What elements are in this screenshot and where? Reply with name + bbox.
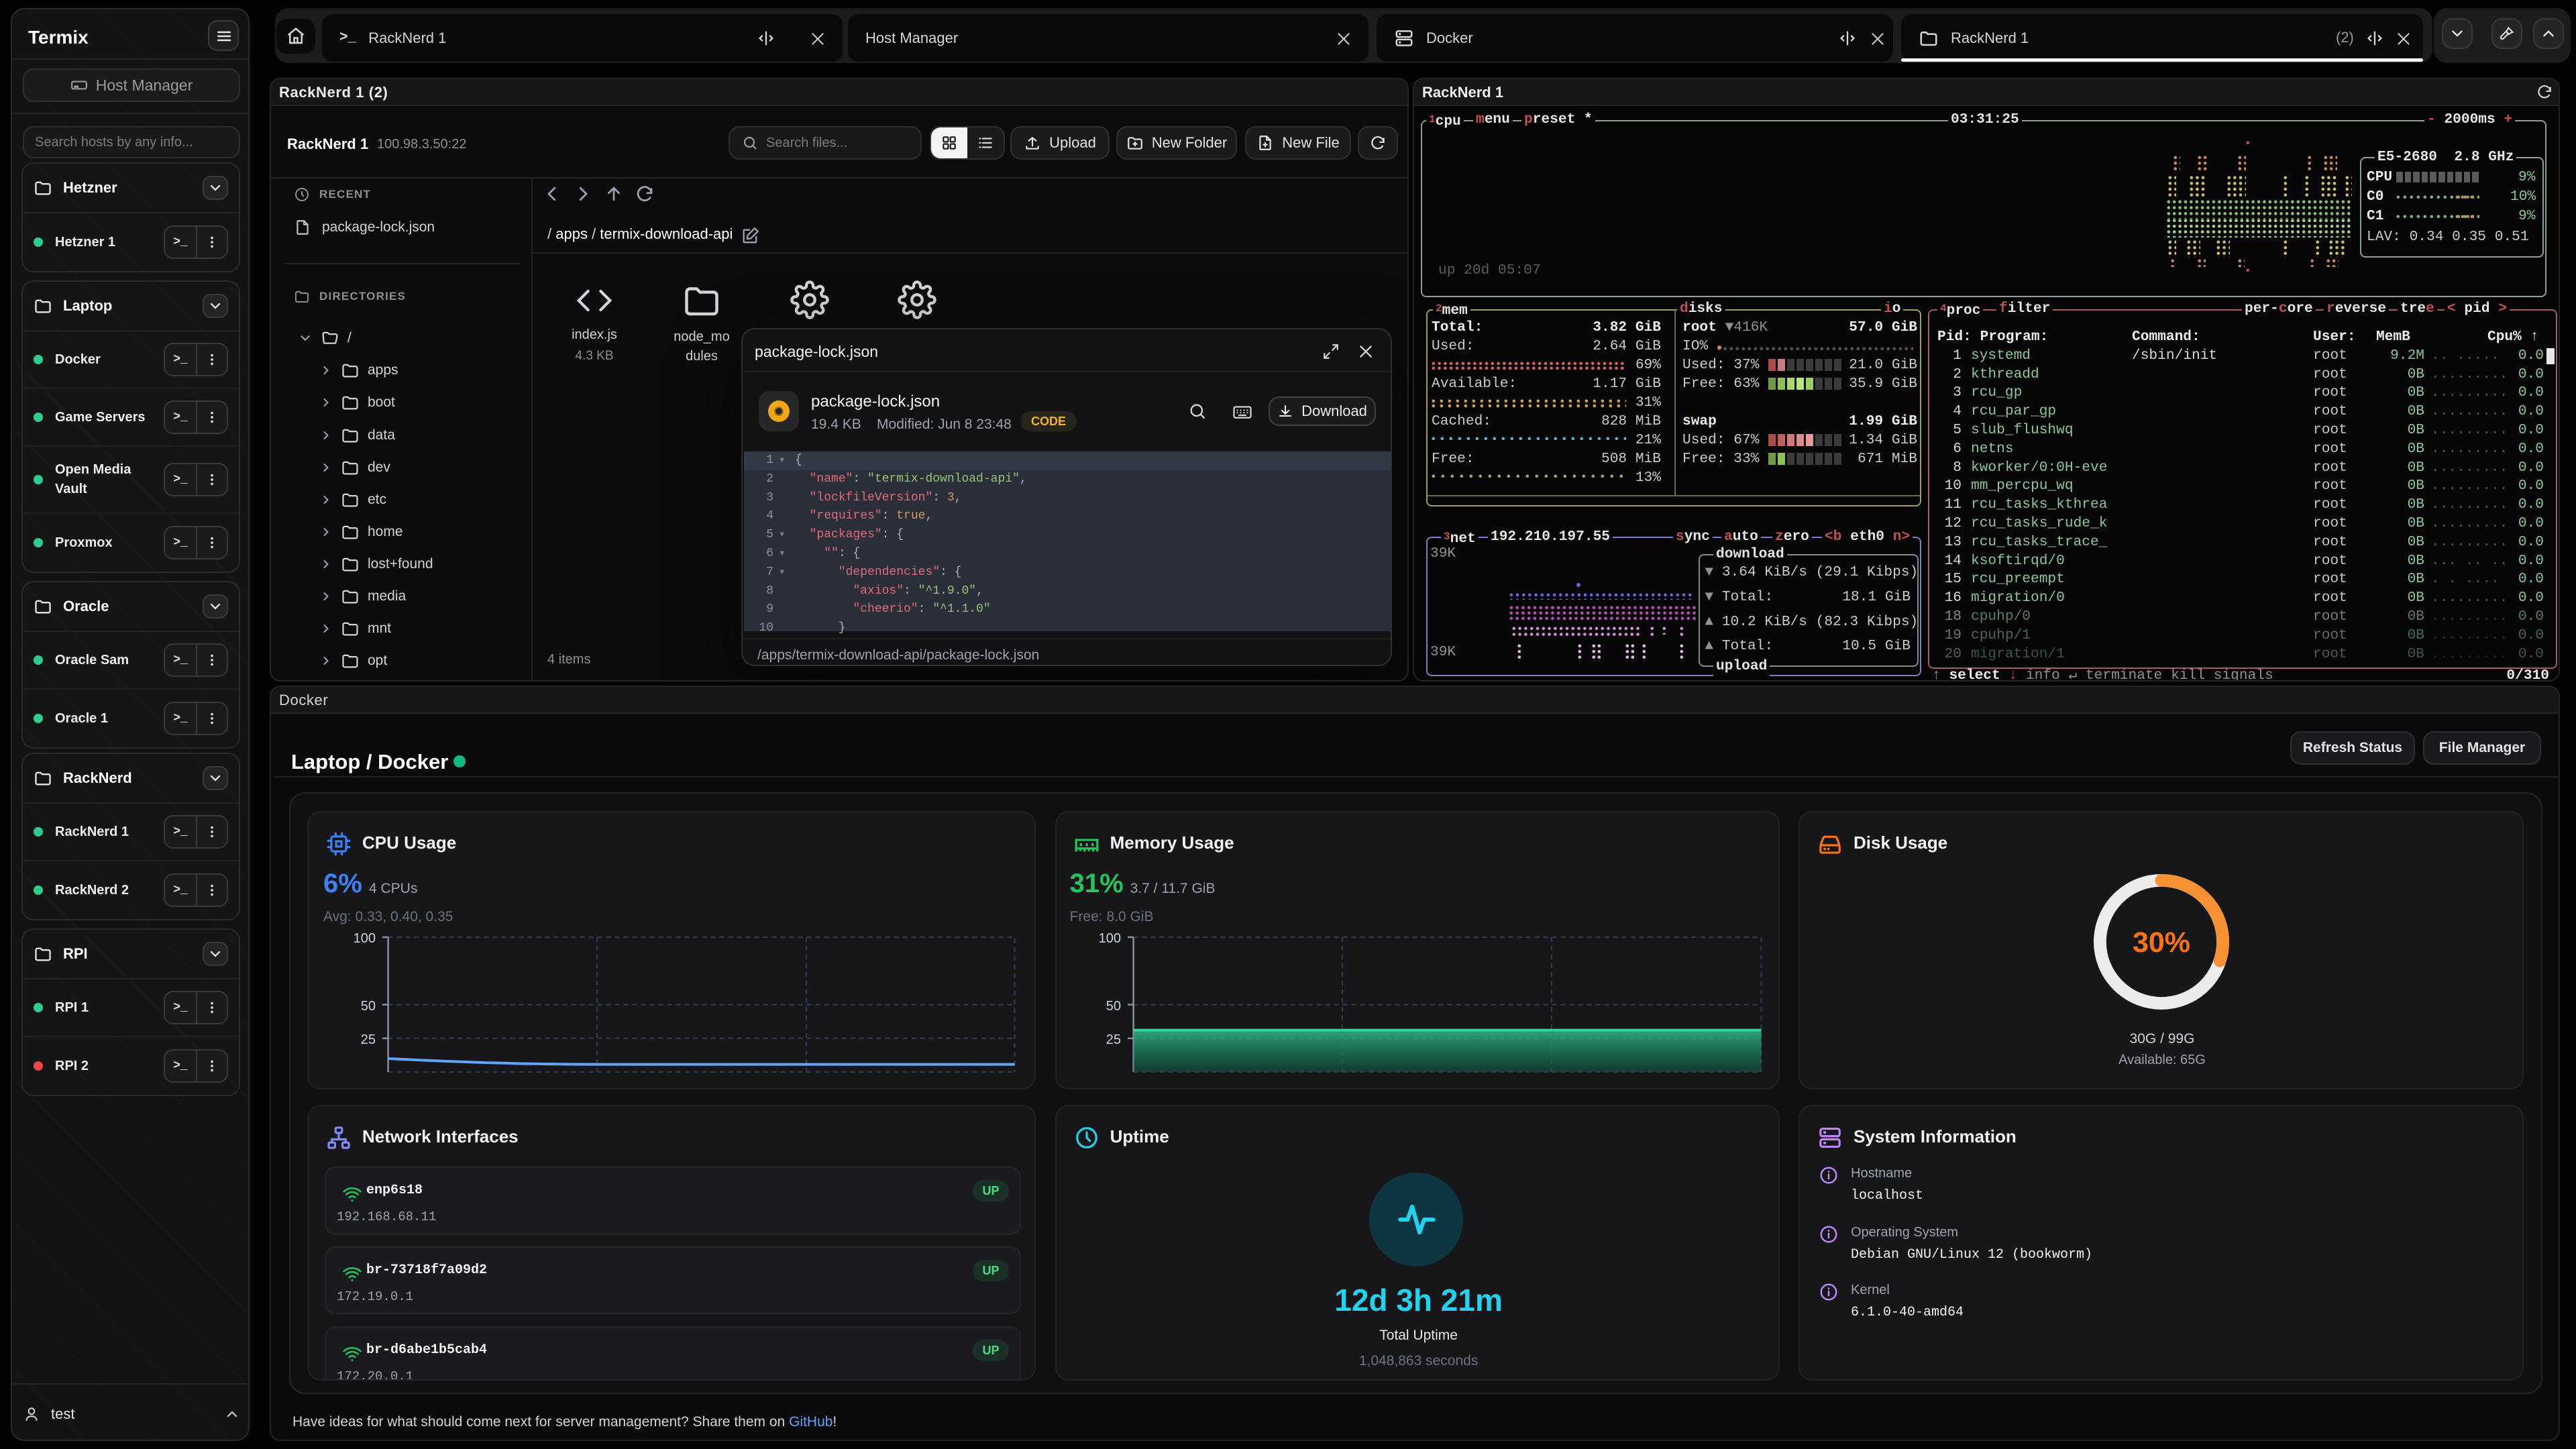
svg-text:25: 25 (1106, 1032, 1120, 1047)
svg-text:50: 50 (1106, 999, 1120, 1014)
svg-text:100: 100 (1098, 931, 1120, 946)
svg-text:25: 25 (361, 1032, 376, 1047)
svg-text:100: 100 (354, 931, 376, 946)
svg-text:50: 50 (361, 999, 376, 1014)
svg-text:30%: 30% (2133, 926, 2190, 959)
